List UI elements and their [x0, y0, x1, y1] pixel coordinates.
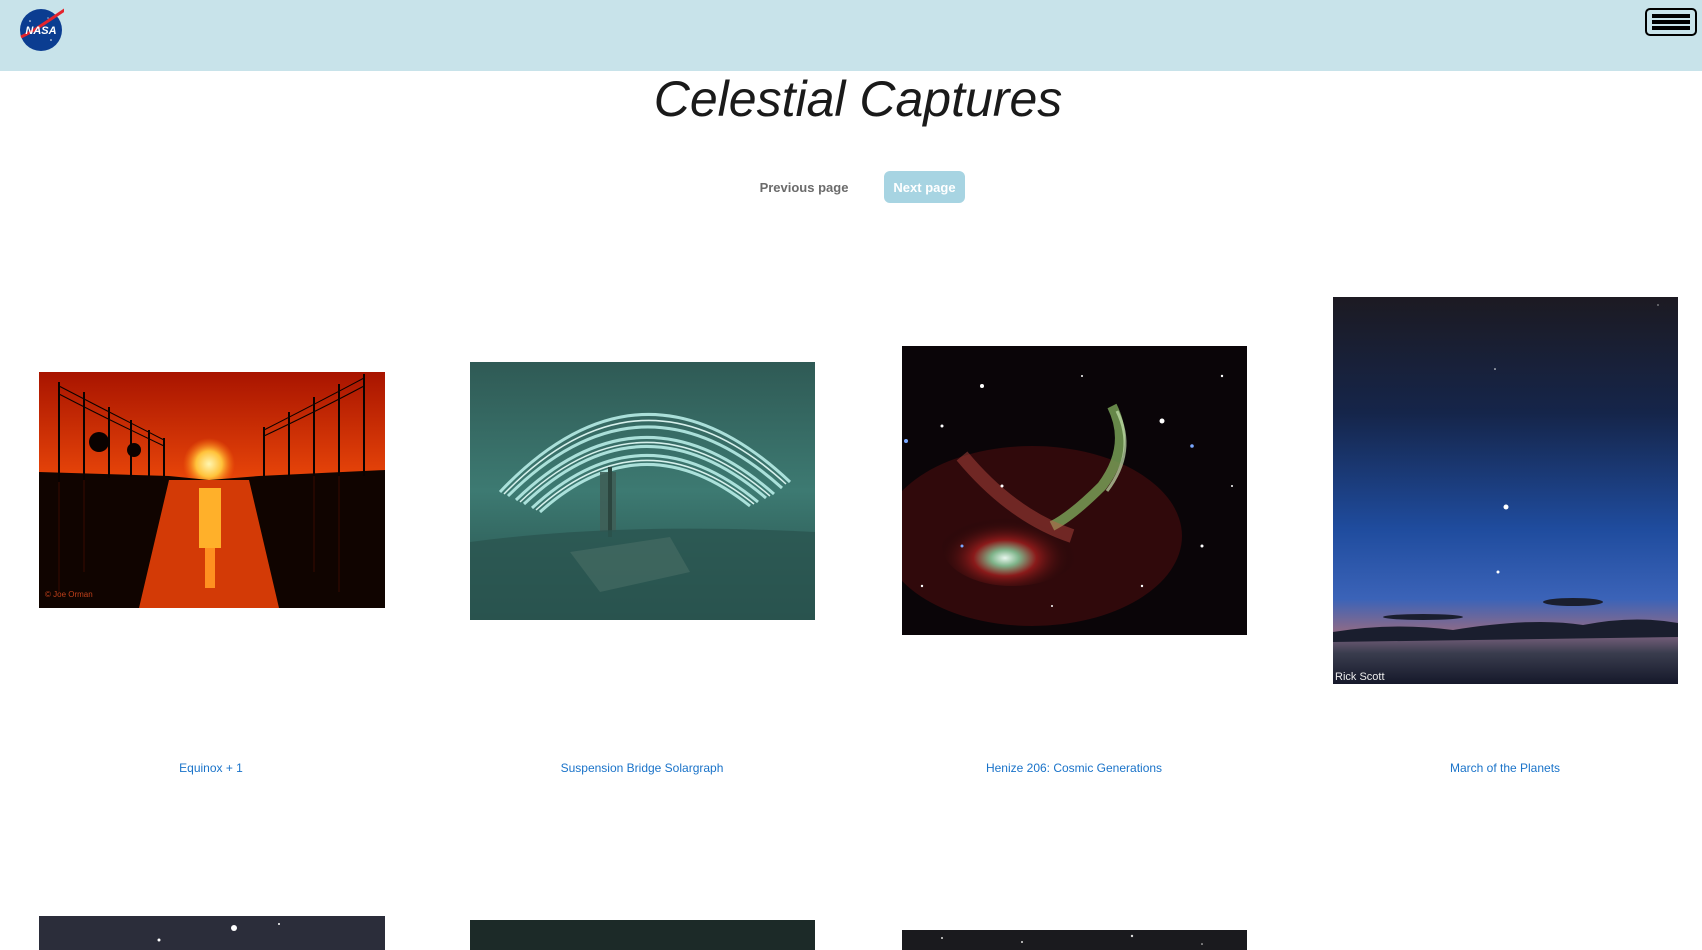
gallery-image-equinox[interactable]: © Joe Orman	[39, 372, 385, 608]
nasa-logo[interactable]: NASA	[18, 7, 64, 53]
gallery-image-row2-1[interactable]	[39, 916, 385, 950]
page-title: Celestial Captures	[653, 71, 1063, 127]
previous-page-button[interactable]: Previous page	[742, 172, 866, 202]
hamburger-menu-icon[interactable]	[1645, 8, 1697, 36]
caption-link-equinox[interactable]: Equinox + 1	[38, 761, 384, 775]
caption-link-march-of-planets[interactable]: March of the Planets	[1332, 761, 1678, 775]
gallery-image-row2-3[interactable]	[902, 930, 1247, 950]
gallery-image-henize-206[interactable]	[902, 346, 1247, 635]
caption-link-suspension-bridge[interactable]: Suspension Bridge Solargraph	[469, 761, 815, 775]
image-credit-march-of-planets: Rick Scott	[1335, 671, 1385, 683]
gallery-image-suspension-bridge[interactable]	[470, 362, 815, 620]
caption-link-henize-206[interactable]: Henize 206: Cosmic Generations	[901, 761, 1247, 775]
gallery-image-march-of-planets[interactable]: Rick Scott	[1333, 297, 1678, 684]
nasa-logo-text: NASA	[25, 25, 56, 37]
gallery-image-row2-2[interactable]	[470, 920, 815, 950]
top-navbar: NASA	[0, 0, 1702, 71]
next-page-button[interactable]: Next page	[884, 171, 965, 203]
image-credit-equinox: © Joe Orman	[45, 590, 93, 599]
